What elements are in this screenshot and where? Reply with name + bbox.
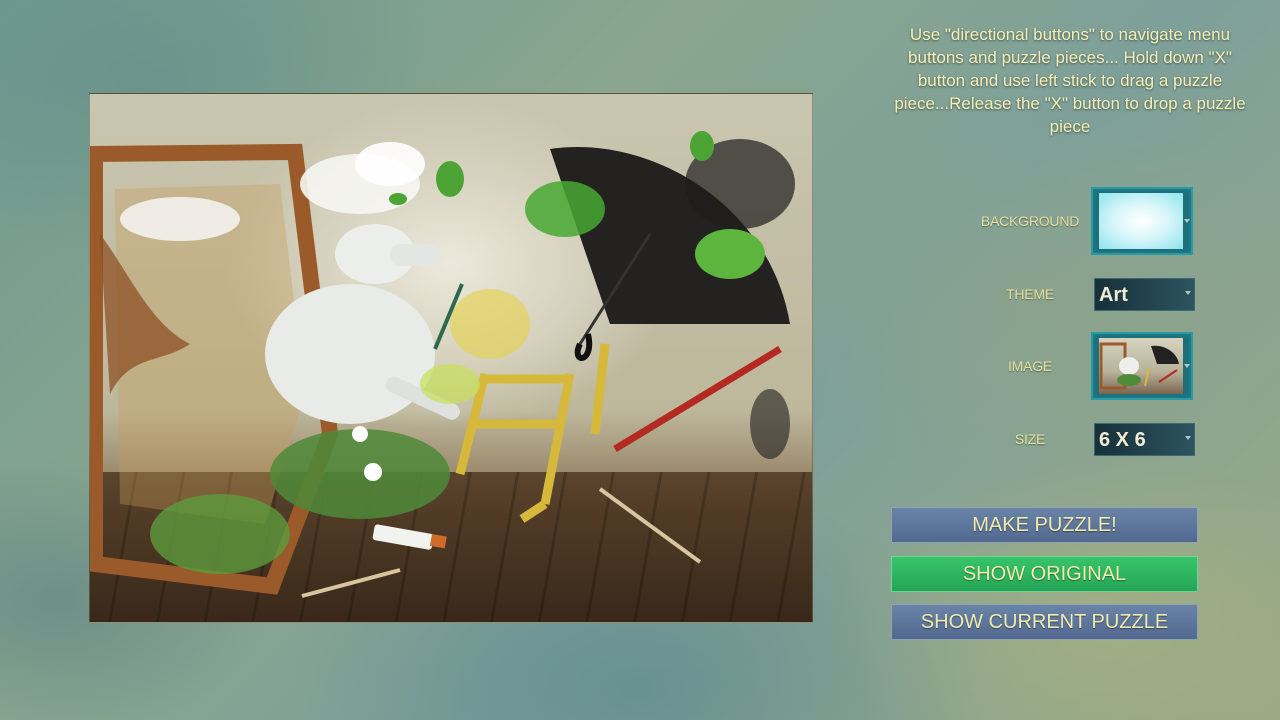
chevron-down-icon (1185, 291, 1191, 295)
size-value: 6 X 6 (1099, 429, 1146, 451)
chevron-down-icon (1185, 436, 1191, 440)
background-thumbnail (1099, 193, 1183, 249)
theme-select[interactable]: Art (1094, 278, 1195, 311)
image-thumbnail (1099, 338, 1183, 394)
image-select[interactable] (1091, 332, 1193, 400)
show-current-puzzle-button[interactable]: SHOW CURRENT PUZZLE (891, 604, 1198, 640)
instructions-text: Use "directional buttons" to navigate me… (894, 25, 1246, 136)
theme-label: THEME (1005, 286, 1054, 302)
background-select[interactable] (1091, 187, 1193, 255)
chevron-down-icon (1184, 219, 1190, 223)
background-label: BACKGROUND (980, 213, 1080, 229)
size-select[interactable]: 6 X 6 (1094, 423, 1195, 456)
chevron-down-icon (1184, 364, 1190, 368)
show-original-button[interactable]: SHOW ORIGINAL (891, 556, 1198, 592)
image-label: IMAGE (1007, 358, 1053, 374)
puzzle-image[interactable] (89, 93, 813, 623)
make-puzzle-button[interactable]: MAKE PUZZLE! (891, 507, 1198, 543)
size-label: SIZE (1014, 431, 1046, 447)
theme-value: Art (1099, 284, 1128, 306)
art-scene (90, 131, 795, 598)
